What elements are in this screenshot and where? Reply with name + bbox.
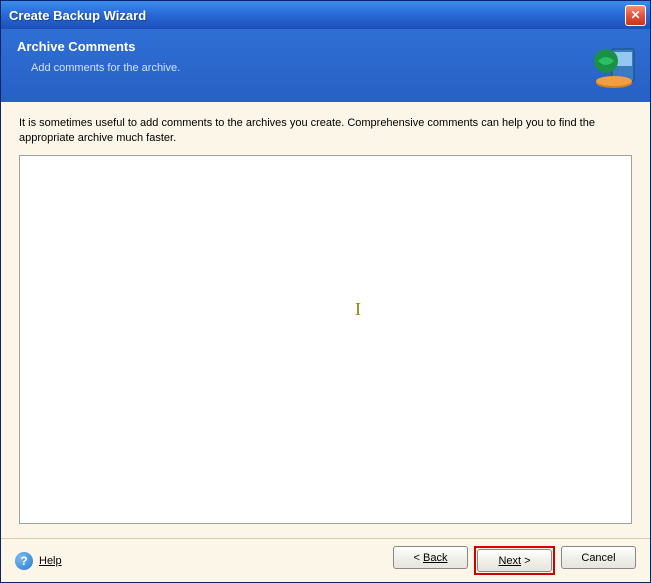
- textarea-wrapper: I: [19, 155, 632, 524]
- header-panel: Archive Comments Add comments for the ar…: [1, 29, 650, 102]
- close-icon: ✕: [630, 8, 640, 22]
- next-button[interactable]: Next >: [477, 549, 552, 572]
- cancel-button[interactable]: Cancel: [561, 546, 636, 569]
- button-group: < Back Next > Cancel: [393, 546, 636, 575]
- window-title: Create Backup Wizard: [9, 8, 146, 23]
- back-label: Back: [423, 552, 447, 564]
- next-highlight-box: Next >: [474, 546, 555, 575]
- intro-text: It is sometimes useful to add comments t…: [19, 116, 632, 147]
- wizard-window: Create Backup Wizard ✕ Archive Comments …: [0, 0, 651, 583]
- content-area: It is sometimes useful to add comments t…: [1, 102, 650, 538]
- cancel-label: Cancel: [581, 552, 615, 564]
- help-label: Help: [39, 555, 62, 567]
- help-icon: ?: [15, 552, 33, 570]
- next-label: Next: [498, 555, 521, 567]
- header-title: Archive Comments: [17, 39, 634, 54]
- header-subtitle: Add comments for the archive.: [31, 62, 634, 74]
- close-button[interactable]: ✕: [625, 5, 646, 26]
- footer: ? Help < Back Next > Cancel: [1, 538, 650, 582]
- back-button[interactable]: < Back: [393, 546, 468, 569]
- titlebar: Create Backup Wizard ✕: [1, 1, 650, 29]
- help-link[interactable]: ? Help: [15, 552, 62, 570]
- archive-comment-input[interactable]: [19, 155, 632, 524]
- backup-icon: [590, 41, 640, 91]
